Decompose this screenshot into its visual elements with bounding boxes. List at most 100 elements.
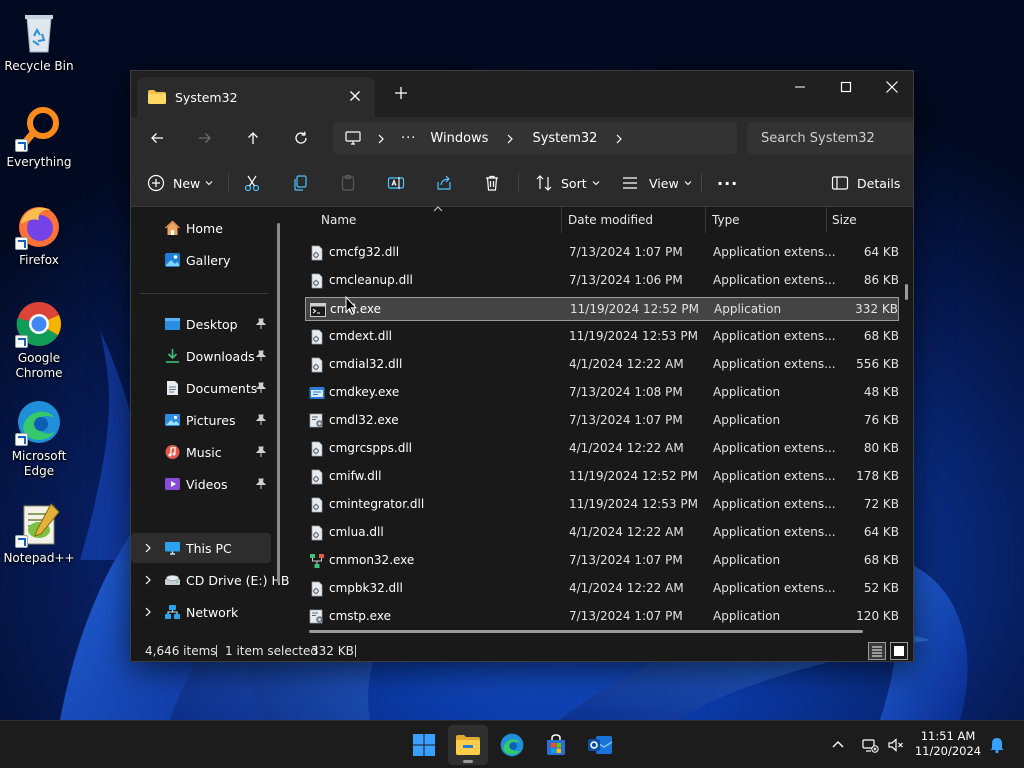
file-row[interactable]: cmdkey.exe 7/13/2024 1:08 PM Application 48… xyxy=(305,381,899,405)
column-header-size[interactable]: Size xyxy=(832,213,857,227)
taskbar-edge[interactable] xyxy=(492,725,532,765)
file-row[interactable]: cmintegrator.dll 11/19/2024 12:53 PM Appli… xyxy=(305,493,899,517)
new-button[interactable]: New xyxy=(147,169,213,197)
share-button[interactable] xyxy=(435,169,453,197)
tab-close-button[interactable] xyxy=(347,88,363,104)
cut-button[interactable] xyxy=(243,169,261,197)
file-size: 332 KB xyxy=(855,302,898,316)
details-view-button[interactable] xyxy=(868,642,886,660)
file-row[interactable]: cmdial32.dll 4/1/2024 12:22 AM Application… xyxy=(305,353,899,377)
active-app-indicator xyxy=(463,760,473,763)
breadcrumb-windows[interactable]: Windows xyxy=(430,131,488,146)
rename-button[interactable] xyxy=(387,169,405,197)
nav-item-home[interactable]: Home xyxy=(131,213,271,243)
file-row[interactable]: cmdext.dll 11/19/2024 12:53 PM Application… xyxy=(305,325,899,349)
nav-item-network[interactable]: Network xyxy=(131,597,271,627)
file-row[interactable]: cmcleanup.dll 7/13/2024 1:06 PM Applicatio… xyxy=(305,269,899,293)
desktop-icon-google-chrome[interactable]: Google Chrome xyxy=(4,300,74,380)
chevron-right-icon[interactable] xyxy=(143,543,153,553)
desktop-icon-everything[interactable]: Everything xyxy=(4,104,74,170)
nav-item-gallery[interactable]: Gallery xyxy=(131,245,271,275)
up-button[interactable] xyxy=(241,126,265,150)
column-header-type[interactable]: Type xyxy=(712,213,740,227)
network-status-icon[interactable] xyxy=(861,736,879,754)
taskbar-file-explorer[interactable] xyxy=(448,725,488,765)
refresh-button[interactable] xyxy=(289,126,313,150)
notification-bell-icon[interactable] xyxy=(988,736,1006,754)
column-divider[interactable] xyxy=(705,207,706,233)
nav-label: Home xyxy=(186,221,223,236)
file-date-modified: 7/13/2024 1:07 PM xyxy=(569,609,683,623)
forward-button[interactable] xyxy=(193,126,217,150)
nav-item-pictures[interactable]: Pictures xyxy=(131,405,271,435)
taskbar-microsoft-store[interactable] xyxy=(536,725,576,765)
nav-item-videos[interactable]: Videos xyxy=(131,469,271,499)
nav-item-downloads[interactable]: Downloads xyxy=(131,341,271,371)
chevron-right-icon[interactable] xyxy=(143,575,153,585)
sort-button[interactable]: Sort xyxy=(535,169,600,197)
nav-item-cd-drive[interactable]: CD Drive (E:) HB xyxy=(131,565,289,595)
outlook-icon xyxy=(588,736,613,754)
address-bar[interactable]: ··· Windows System32 xyxy=(333,122,737,154)
file-name: cmdkey.exe xyxy=(329,385,400,399)
clock-time: 11:51 AM xyxy=(920,729,976,743)
more-options-button[interactable]: ··· xyxy=(717,169,738,197)
chevron-down-icon xyxy=(684,181,692,186)
new-label: New xyxy=(173,175,201,191)
chevron-right-icon[interactable] xyxy=(143,607,153,617)
close-icon xyxy=(350,91,360,101)
desktop-icon-microsoft-edge[interactable]: Microsoft Edge xyxy=(4,398,74,478)
file-row[interactable]: cmd.exe 11/19/2024 12:52 PM Application 332… xyxy=(305,297,899,321)
sort-icon xyxy=(536,175,552,191)
file-row[interactable]: cmifw.dll 11/19/2024 12:52 PM Application … xyxy=(305,465,899,489)
nav-pane-scrollbar[interactable] xyxy=(277,223,280,583)
file-row[interactable]: cmdl32.exe 7/13/2024 1:07 PM Application 76… xyxy=(305,409,899,433)
start-button[interactable] xyxy=(404,725,444,765)
file-row[interactable]: cmcfg32.dll 7/13/2024 1:07 PM Application … xyxy=(305,241,899,265)
file-list-vertical-scrollbar[interactable] xyxy=(905,284,908,300)
dll-icon xyxy=(309,273,325,289)
new-tab-button[interactable] xyxy=(393,85,409,101)
desktop-icon-recycle-bin[interactable]: Recycle Bin xyxy=(4,8,74,74)
firefox-icon xyxy=(15,202,63,250)
breadcrumb-system32[interactable]: System32 xyxy=(532,131,597,146)
desktop-icon-firefox[interactable]: Firefox xyxy=(4,202,74,268)
file-row[interactable]: cmstp.exe 7/13/2024 1:07 PM Application 120… xyxy=(305,605,899,629)
file-row[interactable]: cmmon32.exe 7/13/2024 1:07 PM Application 6… xyxy=(305,549,899,573)
delete-button[interactable] xyxy=(483,169,501,197)
nav-item-documents[interactable]: Documents xyxy=(131,373,271,403)
nav-item-this-pc[interactable]: This PC xyxy=(131,533,271,563)
file-list-horizontal-scrollbar[interactable] xyxy=(309,630,863,633)
nav-item-music[interactable]: Music xyxy=(131,437,271,467)
maximize-button[interactable] xyxy=(823,71,869,103)
file-row[interactable]: cmpbk32.dll 4/1/2024 12:22 AM Application … xyxy=(305,577,899,601)
desktop-icon-notepad-plus-plus[interactable]: Notepad++ xyxy=(3,500,75,566)
file-row[interactable]: cmgrcspps.dll 4/1/2024 12:22 AM Applicatio… xyxy=(305,437,899,461)
file-row[interactable]: cmlua.dll 4/1/2024 12:22 AM Application ex… xyxy=(305,521,899,545)
file-size: 64 KB xyxy=(863,245,899,259)
nav-item-desktop[interactable]: Desktop xyxy=(131,309,271,339)
column-header-name[interactable]: Name xyxy=(321,213,356,227)
view-button[interactable]: View xyxy=(621,169,692,197)
large-icons-view-button[interactable] xyxy=(890,642,908,660)
nav-label: Network xyxy=(186,605,239,620)
address-more-button[interactable]: ··· xyxy=(401,131,416,146)
minimize-button[interactable] xyxy=(777,71,823,103)
close-window-button[interactable] xyxy=(869,71,913,103)
system-clock[interactable]: 11:51 AM 11/20/2024 xyxy=(912,729,984,759)
volume-muted-icon[interactable] xyxy=(887,736,905,754)
status-divider xyxy=(216,645,217,657)
column-divider[interactable] xyxy=(561,207,562,233)
music-icon xyxy=(165,445,180,459)
home-icon xyxy=(165,220,180,235)
chevron-up-icon[interactable] xyxy=(829,736,847,754)
copy-button[interactable] xyxy=(291,169,309,197)
back-button[interactable] xyxy=(145,126,169,150)
column-header-date[interactable]: Date modified xyxy=(568,213,653,227)
column-divider[interactable] xyxy=(826,207,827,233)
tab-system32[interactable]: System32 xyxy=(137,77,375,117)
details-pane-button[interactable]: Details xyxy=(831,169,900,197)
taskbar-outlook[interactable] xyxy=(580,725,620,765)
paste-button[interactable] xyxy=(339,169,357,197)
search-input[interactable]: Search System32 xyxy=(747,122,913,154)
